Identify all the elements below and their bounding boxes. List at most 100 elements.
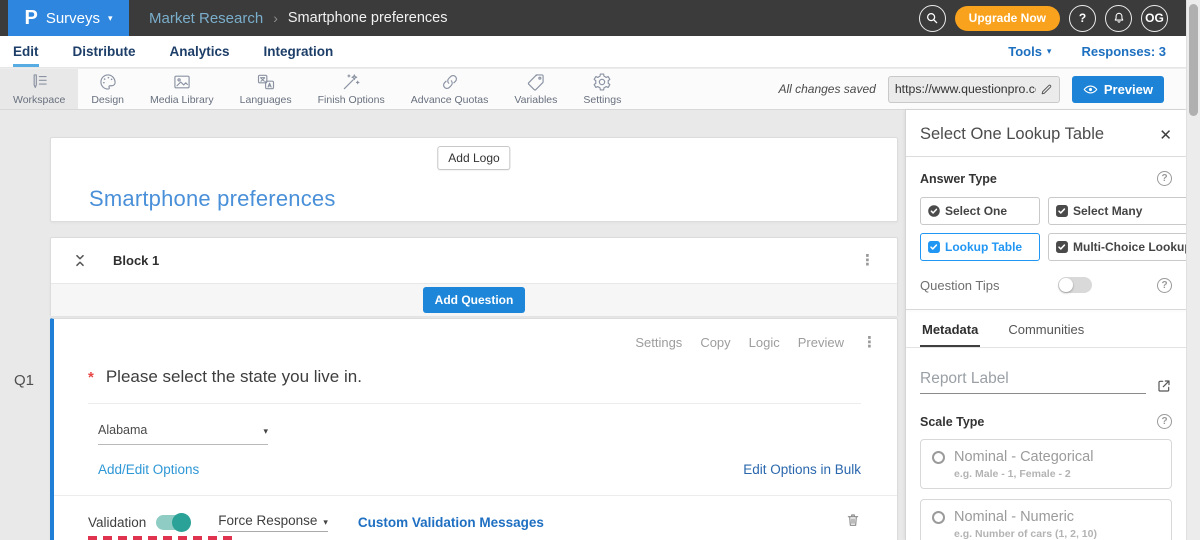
survey-header-card: Add Logo Smartphone preferences [50, 137, 898, 222]
delete-question-button[interactable] [845, 511, 861, 534]
question-tips-toggle[interactable] [1058, 277, 1092, 293]
toolbar-item-languages[interactable]: Languages [227, 69, 305, 109]
add-question-button[interactable]: Add Question [423, 287, 526, 313]
variables-tag-icon [526, 72, 546, 92]
block-card: Block 1 ⋮ Add Question [50, 237, 898, 316]
caret-down-icon: ▾ [323, 517, 328, 528]
search-button[interactable] [919, 5, 946, 32]
tab-metadata[interactable]: Metadata [920, 312, 980, 347]
panel-tabs: Metadata Communities [906, 312, 1186, 348]
question-text-row: * Please select the state you live in. [88, 367, 861, 404]
radio-icon[interactable] [932, 511, 945, 524]
square-check-icon [927, 240, 941, 254]
answer-dropdown[interactable]: Alabama ▾ [98, 423, 268, 445]
scale-option-nominal-categorical[interactable]: Nominal - Categorical e.g. Male - 1, Fem… [920, 439, 1172, 489]
add-edit-options-link[interactable]: Add/Edit Options [98, 462, 199, 477]
finish-options-wand-icon [341, 72, 361, 92]
toolbar-item-advance-quotas[interactable]: Advance Quotas [398, 69, 502, 109]
answer-type-select-one[interactable]: Select One [920, 197, 1040, 225]
topbar-actions: Upgrade Now ? OG [919, 5, 1186, 32]
edit-options-in-bulk-link[interactable]: Edit Options in Bulk [743, 462, 861, 477]
scale-option-nominal-numeric[interactable]: Nominal - Numeric e.g. Number of cars (1… [920, 499, 1172, 540]
toolbar-item-variables[interactable]: Variables [501, 69, 570, 109]
question-tips-help-icon[interactable]: ? [1157, 278, 1172, 293]
edit-url-pencil-icon[interactable] [1040, 83, 1053, 96]
preview-button[interactable]: Preview [1072, 76, 1164, 103]
question-kebab-menu-icon[interactable]: ⋮ [862, 335, 877, 350]
scale-option-example: e.g. Male - 1, Female - 2 [954, 468, 1160, 480]
collapse-block-icon[interactable] [73, 253, 87, 268]
square-check-icon [1055, 240, 1069, 254]
question-copy-link[interactable]: Copy [700, 335, 730, 350]
toolbar-item-media-library[interactable]: Media Library [137, 69, 227, 109]
question-settings-link[interactable]: Settings [635, 335, 682, 350]
answer-type-multi-choice-lookup[interactable]: Multi-Choice Lookup [1048, 233, 1186, 261]
tab-integration[interactable]: Integration [264, 36, 334, 67]
toolbar-item-workspace[interactable]: Workspace [0, 69, 78, 109]
tab-analytics[interactable]: Analytics [170, 36, 230, 67]
block-title[interactable]: Block 1 [113, 253, 159, 268]
add-logo-button[interactable]: Add Logo [437, 146, 510, 170]
toolbar-item-design[interactable]: Design [78, 69, 137, 109]
caret-down-icon: ▾ [263, 426, 268, 437]
upgrade-now-button[interactable]: Upgrade Now [955, 6, 1060, 31]
survey-nav-bar: Edit Distribute Analytics Integration To… [0, 36, 1186, 68]
required-marker: * [88, 369, 94, 386]
scale-type-help-icon[interactable]: ? [1157, 414, 1172, 429]
question-tips-row: Question Tips ? [920, 277, 1172, 293]
nav-right-links: Tools▾ Responses: 3 [1008, 36, 1186, 67]
caret-down-icon: ▾ [1047, 47, 1052, 56]
page-scrollbar[interactable] [1186, 0, 1200, 540]
answer-type-help-icon[interactable]: ? [1157, 171, 1172, 186]
validation-toggle[interactable] [156, 515, 190, 530]
search-icon [925, 11, 939, 25]
surveys-product-menu[interactable]: P Surveys ▾ [8, 0, 129, 36]
survey-url-text: https://www.questionpro.com/t/AM1FwZ [895, 82, 1036, 96]
question-text[interactable]: Please select the state you live in. [106, 367, 362, 387]
autosave-status: All changes saved [778, 82, 875, 96]
breadcrumb-folder[interactable]: Market Research [149, 10, 263, 27]
question-number-label: Q1 [14, 372, 34, 389]
radio-icon[interactable] [932, 451, 945, 464]
responses-link[interactable]: Responses: 3 [1081, 44, 1166, 59]
survey-title[interactable]: Smartphone preferences [89, 186, 336, 212]
report-label-input[interactable]: Report Label [920, 370, 1146, 394]
block-kebab-menu-icon[interactable]: ⋮ [860, 253, 875, 268]
validation-toggle-knob [172, 513, 191, 532]
edit-toolbar: Workspace Design Media Library Languages… [0, 68, 1186, 110]
caret-down-icon: ▾ [108, 14, 113, 23]
question-preview-link[interactable]: Preview [798, 335, 844, 350]
media-library-icon [172, 72, 192, 92]
survey-url-field[interactable]: https://www.questionpro.com/t/AM1FwZ [888, 76, 1060, 103]
toolbar-item-finish-options[interactable]: Finish Options [305, 69, 398, 109]
tab-communities[interactable]: Communities [1006, 312, 1086, 347]
answer-type-lookup-table[interactable]: Lookup Table [920, 233, 1040, 261]
question-logic-link[interactable]: Logic [749, 335, 780, 350]
help-button[interactable]: ? [1069, 5, 1096, 32]
product-name: Surveys [46, 10, 100, 27]
scrollbar-thumb[interactable] [1189, 4, 1198, 116]
tab-distribute[interactable]: Distribute [73, 36, 136, 67]
tab-edit[interactable]: Edit [13, 36, 39, 67]
close-panel-icon[interactable]: ✕ [1159, 126, 1172, 144]
panel-section-break [906, 309, 1186, 310]
square-check-icon [1055, 204, 1069, 218]
validation-dashed-underline [88, 536, 236, 540]
avatar[interactable]: OG [1141, 5, 1168, 32]
custom-validation-messages-link[interactable]: Custom Validation Messages [358, 515, 544, 530]
expand-external-icon[interactable] [1156, 378, 1172, 394]
notifications-button[interactable] [1105, 5, 1132, 32]
question-divider [54, 495, 897, 496]
option-links-row: Add/Edit Options Edit Options in Bulk [98, 462, 861, 477]
tools-menu[interactable]: Tools▾ [1008, 44, 1051, 59]
toolbar-item-settings[interactable]: Settings [570, 69, 634, 109]
design-palette-icon [98, 72, 118, 92]
scale-type-label: Scale Type [920, 415, 984, 429]
force-response-dropdown[interactable]: Force Response ▾ [218, 513, 328, 532]
validation-row: Validation Force Response ▾ Custom Valid… [88, 511, 861, 534]
bell-icon [1112, 11, 1126, 25]
panel-divider [906, 156, 1186, 157]
answer-type-select-many[interactable]: Select Many [1048, 197, 1186, 225]
answer-dropdown-value: Alabama [98, 423, 147, 437]
question-settings-panel: Select One Lookup Table ✕ Answer Type ? … [905, 110, 1186, 540]
